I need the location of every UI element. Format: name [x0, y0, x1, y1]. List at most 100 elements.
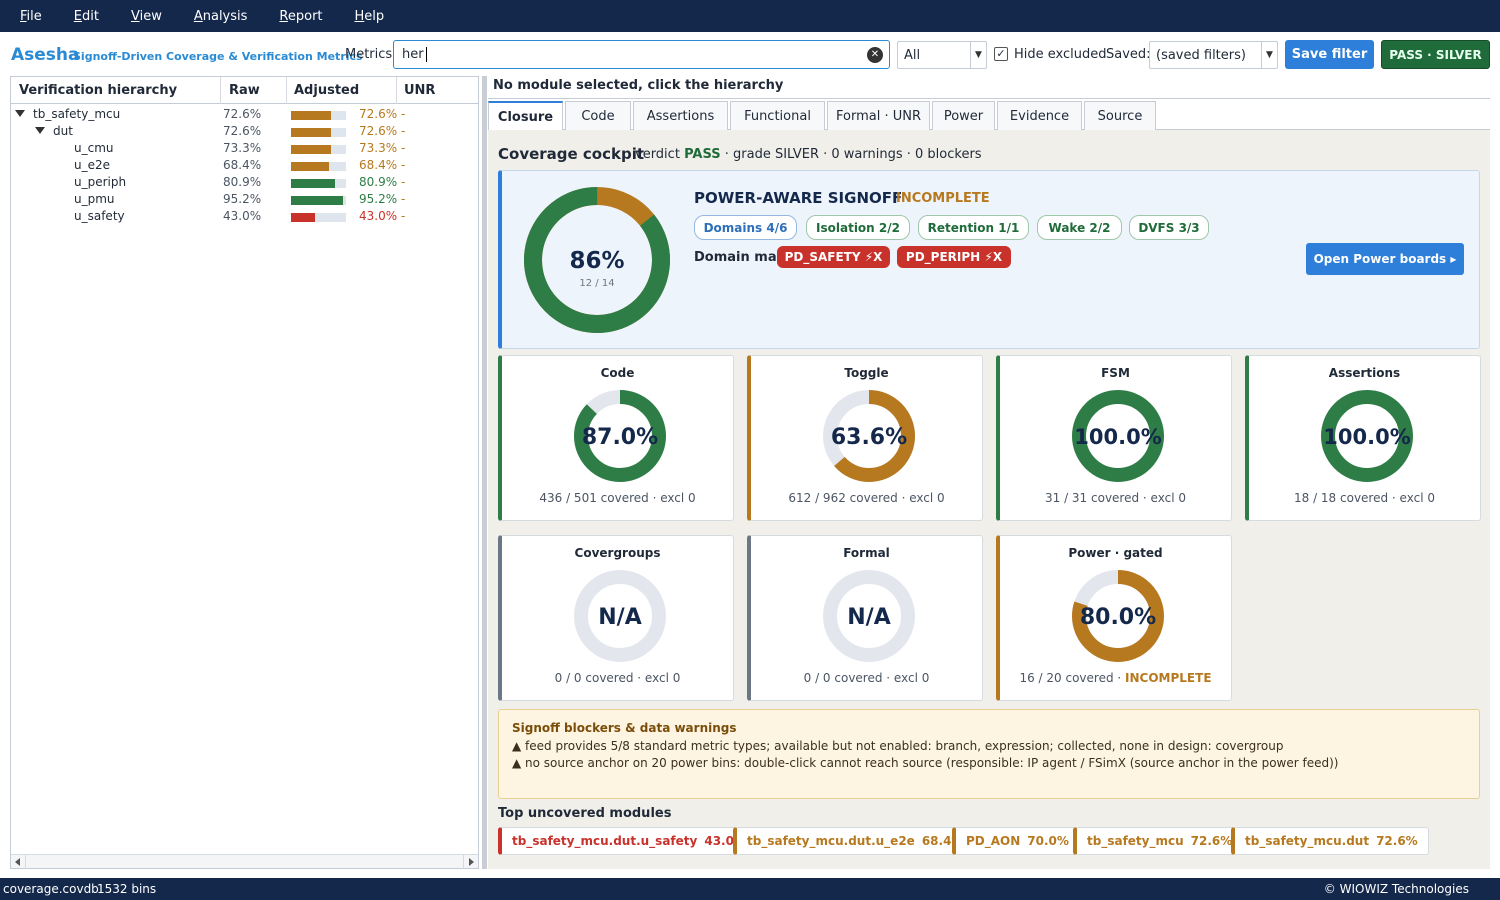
tree-row-adjusted: 72.6%: [359, 124, 398, 138]
metric-filter-select[interactable]: All ▼: [897, 41, 987, 69]
verdict-badge-button[interactable]: PASS · SILVER: [1381, 40, 1490, 69]
tree-row-name: u_safety: [74, 209, 125, 223]
warnings-title: Signoff blockers & data warnings: [512, 721, 737, 735]
metrics-search-input[interactable]: her ✕: [393, 40, 890, 69]
tree-row-unr: -: [401, 107, 406, 121]
metric-value: N/A: [598, 605, 641, 630]
panel-splitter[interactable]: [482, 76, 487, 869]
menu-report[interactable]: Report: [269, 9, 332, 24]
domain-pd-periph[interactable]: PD_PERIPH ⚡X: [897, 246, 1011, 268]
chip-dvfs[interactable]: DVFS 3/3: [1129, 215, 1209, 240]
uncovered-module-chip[interactable]: PD_AON 70.0%: [952, 827, 1080, 855]
metric-status: INCOMPLETE: [1125, 671, 1212, 685]
metric-footer: 18 / 18 covered · excl 0: [1293, 491, 1435, 505]
metric-card-toggle[interactable]: Toggle 63.6% 612 / 962 covered · excl 0: [747, 355, 983, 521]
tree-row[interactable]: dut 72.6% 72.6% -: [11, 123, 478, 140]
metric-footer: 436 / 501 covered · excl 0: [539, 491, 696, 505]
coverage-bar-fill: [291, 111, 331, 120]
domain-pd-safety[interactable]: PD_SAFETY ⚡X: [777, 246, 890, 268]
menu-help[interactable]: Help: [345, 9, 395, 24]
metric-card-formal[interactable]: Formal N/A 0 / 0 covered · excl 0: [747, 535, 983, 701]
uncovered-module-name: PD_AON: [966, 834, 1021, 848]
tree-row-unr: -: [401, 158, 406, 172]
metric-value: 80.0%: [1080, 605, 1156, 630]
tab-closure[interactable]: Closure: [488, 101, 563, 131]
toolbar: Asesha Signoff-Driven Coverage & Verific…: [0, 36, 1500, 74]
tree-row-adjusted: 43.0%: [359, 209, 398, 223]
uncovered-module-chip[interactable]: tb_safety_mcu.dut 72.6%: [1231, 827, 1429, 855]
metric-value: 100.0%: [1323, 425, 1410, 449]
menu-view[interactable]: View: [121, 9, 172, 24]
col-adjusted[interactable]: Adjusted: [294, 83, 359, 98]
metric-card-assertions[interactable]: Assertions 100.0% 18 / 18 covered · excl 0: [1245, 355, 1481, 521]
menu-file[interactable]: File: [10, 9, 52, 24]
metric-value: 87.0%: [582, 425, 658, 450]
power-fraction: 12 / 14: [579, 278, 614, 289]
metric-footer: 0 / 0 covered · excl 0: [554, 671, 681, 685]
tree-row-name: u_pmu: [74, 192, 115, 206]
col-hierarchy[interactable]: Verification hierarchy: [19, 83, 177, 98]
clear-search-icon[interactable]: ✕: [867, 47, 883, 63]
uncovered-module-name: tb_safety_mcu: [1087, 834, 1184, 848]
metric-value: 100.0%: [1074, 425, 1161, 449]
chevron-down-icon: ▼: [970, 42, 986, 68]
tree-row[interactable]: u_safety 43.0% 43.0% -: [11, 208, 478, 225]
uncovered-module-chip[interactable]: tb_safety_mcu.dut.u_e2e 68.4%: [733, 827, 975, 855]
metric-card-power-gated[interactable]: Power · gated 80.0% 16 / 20 covered · INCO…: [996, 535, 1232, 701]
metric-card-covergroups[interactable]: Covergroups N/A 0 / 0 covered · excl 0: [498, 535, 734, 701]
cockpit-summary: verdict PASS · grade SILVER · 0 warnings…: [635, 147, 982, 162]
open-power-boards-button[interactable]: Open Power boards ▸: [1306, 243, 1464, 275]
signoff-warnings: Signoff blockers & data warnings ▲ feed …: [498, 709, 1480, 799]
hierarchy-header: Verification hierarchy Raw Adjusted UNR: [11, 77, 478, 104]
power-title: POWER-AWARE SIGNOFF: [694, 189, 903, 207]
uncovered-module-chip[interactable]: tb_safety_mcu.dut.u_safety 43.0%: [498, 827, 757, 855]
metric-footer: 0 / 0 covered · excl 0: [803, 671, 930, 685]
tab-power[interactable]: Power: [932, 101, 995, 130]
coverage-bar-fill: [291, 196, 344, 205]
detail-panel: No module selected, click the hierarchy …: [488, 76, 1490, 869]
warning-line: ▲ no source anchor on 20 power bins: dou…: [512, 756, 1339, 770]
hide-excluded-checkbox[interactable]: ✓: [994, 47, 1008, 61]
uncovered-module-chip[interactable]: tb_safety_mcu 72.6%: [1073, 827, 1244, 855]
power-status: INCOMPLETE: [896, 191, 990, 206]
coverage-bar-fill: [291, 179, 336, 188]
tree-row-raw: 73.3%: [223, 141, 262, 155]
expand-toggle-icon[interactable]: [15, 110, 25, 117]
scroll-right-icon[interactable]: [469, 858, 474, 866]
saved-label: Saved:: [1106, 47, 1151, 62]
metric-value: N/A: [847, 605, 890, 630]
app-subtitle: Signoff-Driven Coverage & Verification M…: [73, 50, 363, 63]
chip-domains[interactable]: Domains 4/6: [694, 215, 797, 240]
coverage-bar-fill: [291, 162, 329, 171]
chip-wake[interactable]: Wake 2/2: [1037, 215, 1122, 240]
metric-card-fsm[interactable]: FSM 100.0% 31 / 31 covered · excl 0: [996, 355, 1232, 521]
tree-row[interactable]: u_pmu 95.2% 95.2% -: [11, 191, 478, 208]
tab-source[interactable]: Source: [1084, 101, 1156, 130]
tab-formal-unr[interactable]: Formal · UNR: [827, 101, 930, 130]
tab-code[interactable]: Code: [565, 101, 631, 130]
tree-row[interactable]: u_periph 80.9% 80.9% -: [11, 174, 478, 191]
tab-evidence[interactable]: Evidence: [997, 101, 1082, 130]
metric-card-code[interactable]: Code 87.0% 436 / 501 covered · excl 0: [498, 355, 734, 521]
saved-filters-select[interactable]: (saved filters) ▼: [1149, 41, 1278, 69]
horizontal-scrollbar[interactable]: [11, 854, 478, 869]
expand-toggle-icon[interactable]: [35, 127, 45, 134]
scroll-left-icon[interactable]: [15, 858, 20, 866]
tree-row-adjusted: 95.2%: [359, 192, 398, 206]
tree-row[interactable]: tb_safety_mcu 72.6% 72.6% -: [11, 106, 478, 123]
tree-row[interactable]: u_e2e 68.4% 68.4% -: [11, 157, 478, 174]
metric-title: Toggle: [844, 366, 889, 380]
menu-bar: File Edit View Analysis Report Help: [0, 0, 1500, 32]
tab-assertions[interactable]: Assertions: [633, 101, 728, 130]
menu-analysis[interactable]: Analysis: [184, 9, 258, 24]
tree-row[interactable]: u_cmu 73.3% 73.3% -: [11, 140, 478, 157]
col-unr[interactable]: UNR: [404, 83, 435, 98]
menu-edit[interactable]: Edit: [64, 9, 109, 24]
save-filter-button[interactable]: Save filter: [1285, 40, 1374, 69]
power-donut: 86% 12 / 14: [524, 187, 670, 333]
chip-retention[interactable]: Retention 1/1: [918, 215, 1029, 240]
tab-functional[interactable]: Functional: [730, 101, 825, 130]
col-raw[interactable]: Raw: [229, 83, 260, 98]
tree-row-unr: -: [401, 175, 406, 189]
chip-isolation[interactable]: Isolation 2/2: [806, 215, 910, 240]
